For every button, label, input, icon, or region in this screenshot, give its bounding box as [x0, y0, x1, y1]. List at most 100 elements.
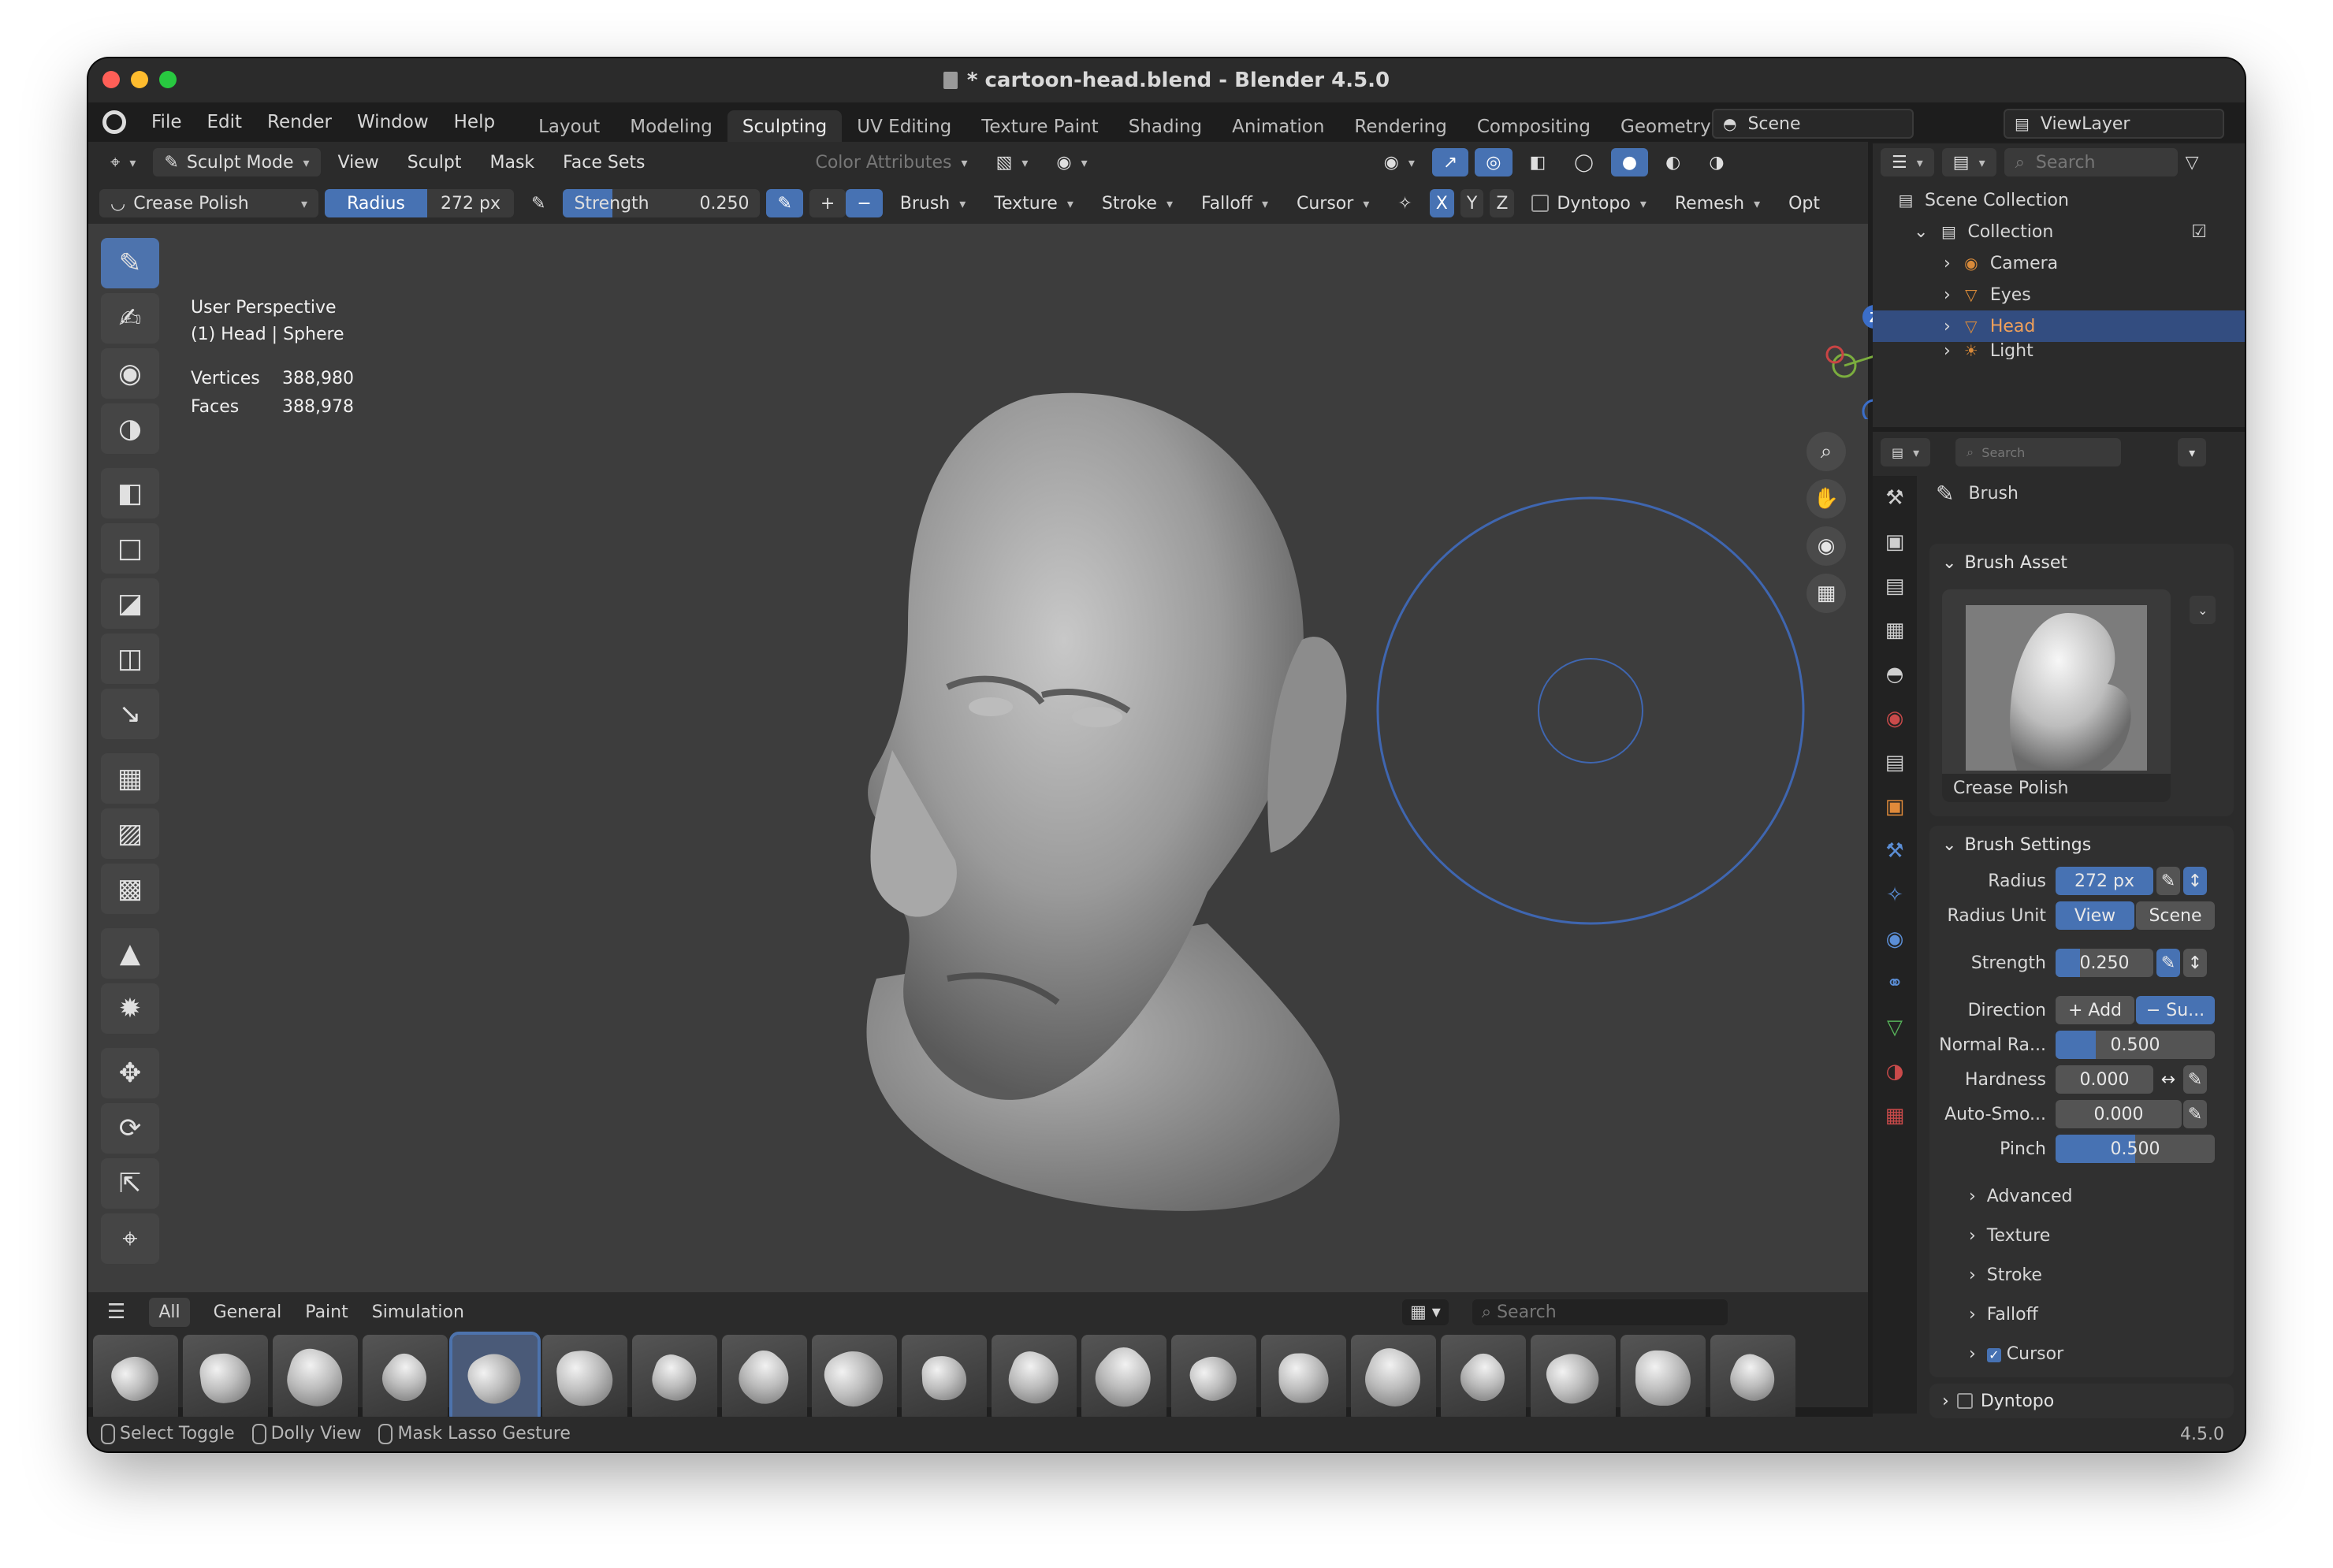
dropdown-falloff[interactable]: Falloff ▾ [1190, 189, 1279, 217]
tab-shading[interactable]: Shading [1114, 110, 1217, 143]
collection-checkbox-icon[interactable]: ☑ [2191, 222, 2207, 242]
auto-smooth-pressure-icon[interactable]: ✎ [2183, 1100, 2207, 1128]
zoom-view-icon[interactable]: ⌕ [1806, 432, 1846, 471]
strength-pressure-icon[interactable]: ✎ [766, 189, 803, 217]
tool-tab-icon[interactable]: ⚒ [1873, 476, 1917, 520]
menu-sculpt[interactable]: Sculpt [396, 148, 473, 176]
brush-asset-thumbnail[interactable] [449, 1332, 541, 1425]
brush-asset-thumbnail[interactable] [542, 1335, 627, 1421]
outliner-row-eyes[interactable]: › ▽ Eyes 👁 ▣ [1873, 279, 2245, 310]
brush-asset-thumbnail[interactable] [902, 1335, 987, 1421]
tab-modeling[interactable]: Modeling [615, 110, 727, 143]
hardness-field[interactable]: 0.000 [2056, 1065, 2153, 1094]
axis-z-toggle[interactable]: Z [1490, 189, 1515, 217]
symmetry-icon[interactable]: ▧ ▾ [985, 148, 1040, 176]
asset-tab-all[interactable]: All [149, 1297, 190, 1327]
brush-asset-thumbnail[interactable] [1351, 1335, 1436, 1421]
brush-asset-thumbnail[interactable] [632, 1335, 717, 1421]
tab-sculpting[interactable]: Sculpting [727, 110, 843, 143]
pan-view-icon[interactable]: ✋ [1806, 479, 1846, 518]
properties-editor-type-icon[interactable]: ▤ ▾ [1881, 438, 1931, 466]
properties-search-input[interactable]: ⌕ Search [1955, 438, 2122, 466]
editor-type-icon[interactable]: ⌖ ▾ [99, 148, 147, 176]
outliner-editor-type-icon[interactable]: ☰ ▾ [1881, 148, 1934, 176]
subpanel-falloff[interactable]: › Falloff [1969, 1305, 2038, 1325]
hardness-invert-icon[interactable]: ↔ [2156, 1065, 2180, 1094]
brush-asset-thumbnail[interactable] [1441, 1335, 1526, 1421]
brush-asset-preview[interactable]: Crease Polish [1942, 589, 2171, 802]
brush-asset-thumbnail[interactable] [1531, 1335, 1616, 1421]
rendered-shading-icon[interactable]: ◑ [1698, 148, 1735, 176]
outliner-row-camera[interactable]: › ◉ Camera 👁 ▣ [1873, 247, 2245, 279]
menu-face-sets[interactable]: Face Sets [552, 148, 656, 176]
radius-field[interactable]: 272 px [427, 189, 514, 217]
tab-animation[interactable]: Animation [1217, 110, 1339, 143]
modifier-tab-icon[interactable]: ⚒ [1873, 829, 1917, 873]
axis-y-toggle[interactable]: Y [1460, 189, 1484, 217]
dyntopo-checkbox[interactable] [1956, 1393, 1973, 1409]
radius-curve-icon[interactable]: ↕ [2183, 867, 2207, 895]
dyntopo-panel[interactable]: › Dyntopo [1929, 1384, 2234, 1418]
brush-asset-thumbnail[interactable] [992, 1335, 1077, 1421]
brush-asset-thumbnail[interactable] [183, 1335, 268, 1421]
collection-tab-icon[interactable]: ▤ [1873, 741, 1917, 785]
radius-pressure-icon[interactable]: ✎ [2156, 867, 2180, 895]
dropdown-stroke[interactable]: Stroke ▾ [1091, 189, 1184, 217]
brush-asset-thumbnail[interactable] [273, 1335, 358, 1421]
outliner-row-light[interactable]: › ☀ Light [1873, 342, 2245, 359]
view-layer-tab-icon[interactable]: ▦ [1873, 608, 1917, 652]
camera-view-icon[interactable]: ◉ [1806, 526, 1846, 566]
strength-pressure-icon[interactable]: ✎ [2156, 949, 2180, 977]
xray-icon[interactable]: ◧ [1519, 148, 1557, 176]
gizmo-toggle-icon[interactable]: ↗ [1431, 148, 1469, 176]
hamburger-menu-icon[interactable]: ☰ [107, 1300, 125, 1324]
render-tab-icon[interactable]: ▣ [1873, 520, 1917, 564]
tab-uv-editing[interactable]: UV Editing [842, 110, 966, 143]
constraints-tab-icon[interactable]: ⚭ [1873, 961, 1917, 1005]
asset-display-icon[interactable]: ▦ ▾ [1401, 1299, 1449, 1325]
output-tab-icon[interactable]: ▤ [1873, 564, 1917, 608]
tab-compositing[interactable]: Compositing [1462, 110, 1606, 143]
texture-tab-icon[interactable]: ▦ [1873, 1094, 1917, 1138]
menu-edit[interactable]: Edit [207, 112, 243, 132]
radius-unit-view-button[interactable]: View [2056, 901, 2134, 930]
menu-file[interactable]: File [151, 112, 182, 132]
asset-tab-paint[interactable]: Paint [305, 1302, 348, 1322]
hardness-pressure-icon[interactable]: ✎ [2183, 1065, 2207, 1094]
visibility-icon[interactable]: ◉ ▾ [1373, 148, 1426, 176]
data-tab-icon[interactable]: ▽ [1873, 1005, 1917, 1050]
dropdown-texture[interactable]: Texture ▾ [983, 189, 1085, 217]
brush-asset-thumbnail[interactable] [1710, 1335, 1795, 1421]
radius-field[interactable]: 272 px [2056, 867, 2153, 895]
cursor-checkbox[interactable]: ✓ [1986, 1348, 2001, 1362]
normal-radius-field[interactable]: 0.500 [2056, 1031, 2215, 1059]
perspective-toggle-icon[interactable]: ▦ [1806, 574, 1846, 613]
dropdown-brush[interactable]: Brush ▾ [889, 189, 977, 217]
brush-asset-thumbnail[interactable] [1081, 1335, 1166, 1421]
strength-field[interactable]: 0.250 [2056, 949, 2153, 977]
brush-asset-thumbnail[interactable] [812, 1335, 897, 1421]
direction-subtract-button[interactable]: − Su... [2136, 996, 2215, 1024]
view-layer-selector[interactable]: ▤ ViewLayer [2004, 109, 2224, 139]
scene-selector[interactable]: ◓ Scene [1712, 109, 1914, 139]
outliner-row-collection[interactable]: ⌄ ▤ Collection ☑ [1873, 216, 2245, 247]
options-dropdown[interactable]: Opt [1777, 189, 1831, 217]
subpanel-texture[interactable]: › Texture [1969, 1226, 2050, 1246]
menu-help[interactable]: Help [454, 112, 495, 132]
3d-viewport[interactable]: ✎ ✍ ◉ ◑ ◧ □ ◪ ◫ ↘ ▦ ▨ ▩ ▲ ✹ ✥ ⟳ ⇱ ⌖ User… [88, 183, 1913, 1292]
asset-tab-simulation[interactable]: Simulation [372, 1302, 464, 1322]
subpanel-cursor[interactable]: › ✓ Cursor [1969, 1344, 2063, 1364]
strength-curve-icon[interactable]: ↕ [2183, 949, 2207, 977]
brush-asset-thumbnail[interactable] [1171, 1335, 1256, 1421]
world-tab-icon[interactable]: ◉ [1873, 697, 1917, 741]
solid-shading-icon[interactable]: ● [1610, 148, 1649, 176]
chevron-right-icon[interactable]: › [1944, 317, 1951, 336]
physics-tab-icon[interactable]: ◉ [1873, 917, 1917, 961]
brush-asset-thumbnail[interactable] [1620, 1335, 1706, 1421]
brush-asset-dropdown-icon[interactable]: ⌄ [2190, 596, 2216, 624]
tab-rendering[interactable]: Rendering [1339, 110, 1461, 143]
filter-icon[interactable]: ▽ [2186, 153, 2199, 173]
dropdown-cursor[interactable]: Cursor ▾ [1286, 189, 1380, 217]
brush-asset-header[interactable]: ⌄ Brush Asset [1929, 544, 2234, 581]
outliner-row-head[interactable]: › ▽ Head 👁 ▣ [1873, 310, 2245, 342]
